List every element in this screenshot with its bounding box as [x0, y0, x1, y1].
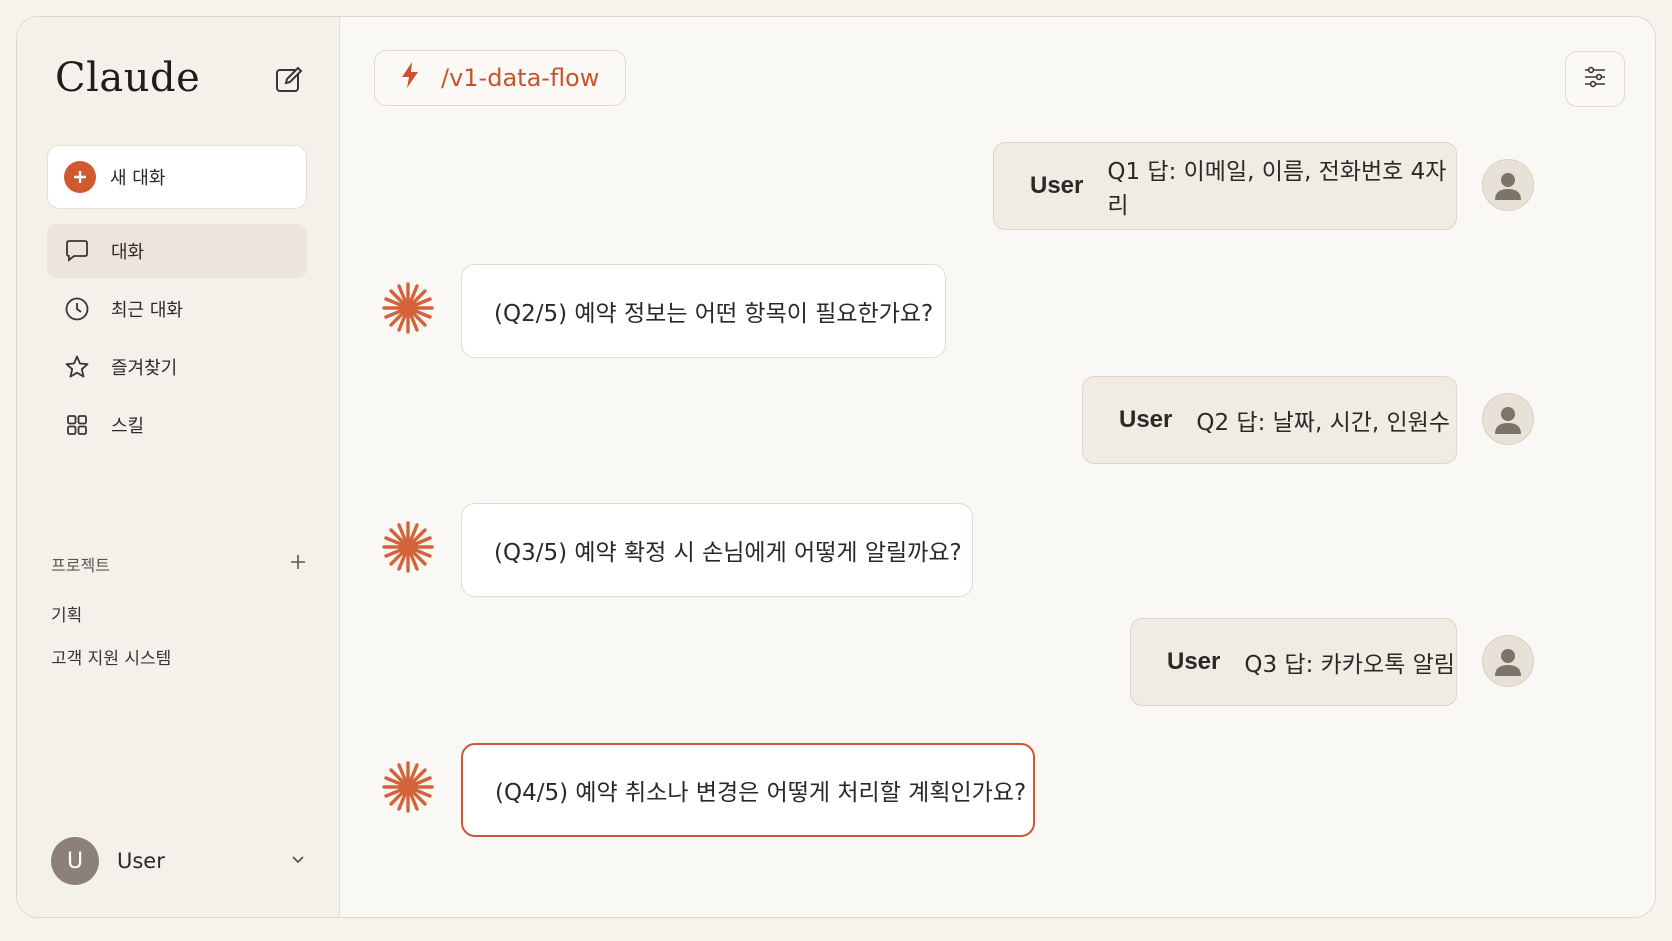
user-avatar-icon	[1482, 393, 1534, 445]
projects-header: 프로젝트	[51, 552, 307, 576]
app-window: Claude 새 대화 대화 최근 대화 즐겨찾기 스킬 프로젝트 기획 고객 …	[16, 16, 1656, 918]
lightning-icon	[397, 60, 423, 96]
user-message: User Q2 답: 날짜, 시간, 인원수	[1082, 376, 1457, 464]
route-label: /v1-data-flow	[441, 64, 600, 92]
message-text: Q1 답: 이메일, 이름, 전화번호 4자리	[1107, 159, 1447, 219]
compose-icon[interactable]	[274, 65, 304, 95]
message-text: (Q3/5) 예약 확정 시 손님에게 어떻게 알릴까요?	[494, 540, 962, 566]
plus-icon	[64, 161, 96, 193]
message-text: Q2 답: 날짜, 시간, 인원수	[1196, 410, 1451, 436]
new-chat-label: 새 대화	[110, 168, 166, 189]
message-text: (Q2/5) 예약 정보는 어떤 항목이 필요한가요?	[494, 301, 934, 327]
sidebar-item-label: 스킬	[111, 416, 145, 437]
sidebar-item-chats[interactable]: 대화	[47, 224, 307, 278]
sidebar-item-label: 대화	[111, 242, 145, 263]
project-item[interactable]: 고객 지원 시스템	[51, 644, 171, 669]
assistant-message: (Q3/5) 예약 확정 시 손님에게 어떻게 알릴까요?	[461, 503, 973, 597]
grid-icon	[63, 411, 91, 439]
settings-button[interactable]	[1565, 51, 1625, 107]
sidebar-item-label: 즐겨찾기	[111, 358, 178, 379]
chat-main: /v1-data-flow User Q1 답: 이메일, 이름, 전화번호 4…	[340, 17, 1655, 917]
route-chip[interactable]: /v1-data-flow	[374, 50, 627, 106]
add-project-icon[interactable]	[289, 553, 307, 575]
star-icon	[63, 353, 91, 381]
user-avatar-icon	[1482, 159, 1534, 211]
avatar: U	[51, 837, 99, 885]
sidebar-item-recent[interactable]: 최근 대화	[47, 282, 307, 336]
sidebar-nav: 대화 최근 대화 즐겨찾기 스킬	[47, 224, 307, 456]
message-text: (Q4/5) 예약 취소나 변경은 어떻게 처리할 계획인가요?	[495, 780, 1027, 806]
brand-logo: Claude	[55, 55, 201, 101]
sidebar-item-favorites[interactable]: 즐겨찾기	[47, 340, 307, 394]
sidebar-item-label: 최근 대화	[111, 300, 183, 321]
user-message: User Q1 답: 이메일, 이름, 전화번호 4자리	[993, 142, 1457, 230]
user-label: User	[1167, 648, 1221, 675]
clock-icon	[63, 295, 91, 323]
project-item[interactable]: 기획	[51, 601, 82, 626]
user-name: User	[117, 849, 165, 873]
sliders-icon	[1582, 64, 1608, 94]
projects-title: 프로젝트	[51, 556, 110, 575]
new-chat-button[interactable]: 새 대화	[47, 145, 307, 209]
message-text: Q3 답: 카카오톡 알림	[1244, 652, 1455, 678]
assistant-message: (Q2/5) 예약 정보는 어떤 항목이 필요한가요?	[461, 264, 946, 358]
user-label: User	[1030, 172, 1084, 199]
sidebar-item-skills[interactable]: 스킬	[47, 398, 307, 452]
claude-spark-icon	[380, 519, 436, 575]
sidebar: Claude 새 대화 대화 최근 대화 즐겨찾기 스킬 프로젝트 기획 고객 …	[17, 17, 340, 917]
user-message: User Q3 답: 카카오톡 알림	[1130, 618, 1457, 706]
user-avatar-icon	[1482, 635, 1534, 687]
chat-bubble-icon	[63, 237, 91, 265]
chevron-down-icon[interactable]	[289, 850, 307, 872]
claude-spark-icon	[380, 280, 436, 336]
user-menu[interactable]: U User	[51, 837, 307, 885]
assistant-message-active: (Q4/5) 예약 취소나 변경은 어떻게 처리할 계획인가요?	[461, 743, 1035, 837]
claude-spark-icon	[380, 759, 436, 815]
user-label: User	[1119, 406, 1173, 433]
